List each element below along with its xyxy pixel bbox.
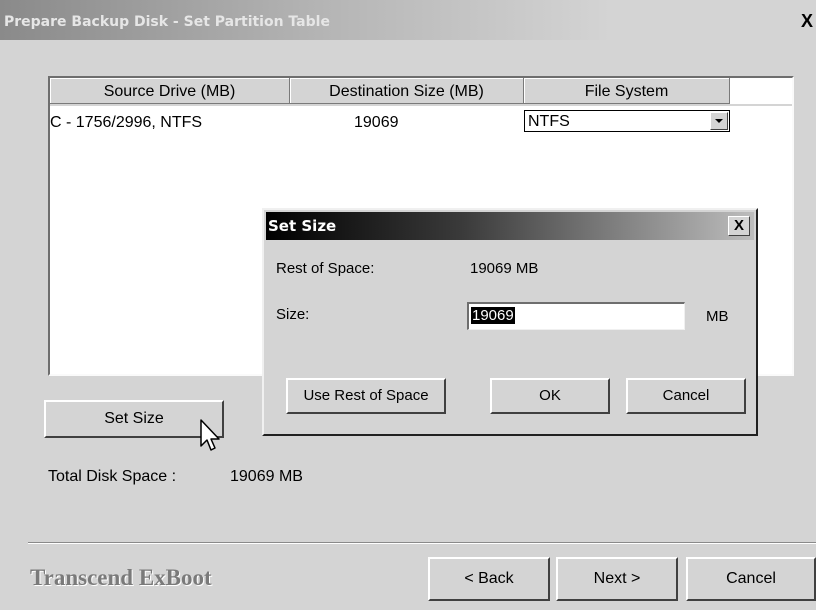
total-disk-space-value: 19069 MB — [230, 468, 303, 485]
dialog-titlebar: Set Size X — [266, 212, 754, 240]
chevron-down-icon[interactable] — [710, 112, 728, 130]
size-input[interactable]: 19069 — [467, 302, 685, 330]
size-unit-label: MB — [706, 308, 729, 325]
destination-size-cell: 19069 — [354, 114, 399, 131]
table-row[interactable]: C - 1756/2996, NTFS 19069 NTFS — [50, 110, 792, 134]
window-close-button[interactable]: X — [801, 12, 816, 30]
back-button[interactable]: < Back — [428, 557, 550, 601]
file-system-dropdown[interactable]: NTFS — [524, 110, 730, 132]
rest-of-space-value: 19069 MB — [470, 260, 539, 277]
column-header-source-drive[interactable]: Source Drive (MB) — [50, 78, 290, 104]
brand-logo: Transcend ExBoot — [30, 565, 212, 590]
dialog-title: Set Size — [268, 217, 337, 235]
size-input-value: 19069 — [471, 307, 515, 324]
column-header-filler — [730, 78, 792, 104]
window-titlebar: Prepare Backup Disk - Set Partition Tabl… — [0, 0, 816, 40]
use-rest-of-space-button[interactable]: Use Rest of Space — [286, 378, 446, 414]
dialog-cancel-button[interactable]: Cancel — [626, 378, 746, 414]
footer-divider — [28, 542, 816, 544]
partition-table-header: Source Drive (MB) Destination Size (MB) … — [50, 78, 792, 106]
file-system-value: NTFS — [528, 113, 570, 130]
rest-of-space-label: Rest of Space: — [276, 260, 375, 277]
cancel-button[interactable]: Cancel — [686, 557, 816, 601]
set-size-dialog: Set Size X Rest of Space: 19069 MB Size:… — [262, 208, 758, 436]
column-header-file-system[interactable]: File System — [524, 78, 730, 104]
set-size-button[interactable]: Set Size — [44, 400, 224, 438]
window-title: Prepare Backup Disk - Set Partition Tabl… — [4, 14, 330, 30]
next-button[interactable]: Next > — [556, 557, 678, 601]
ok-button[interactable]: OK — [490, 378, 610, 414]
source-drive-cell: C - 1756/2996, NTFS — [50, 114, 203, 131]
size-label: Size: — [276, 306, 310, 323]
total-disk-space-label: Total Disk Space : — [48, 468, 177, 485]
dialog-close-button[interactable]: X — [728, 216, 750, 236]
column-header-destination-size[interactable]: Destination Size (MB) — [290, 78, 524, 104]
prepare-backup-window: Prepare Backup Disk - Set Partition Tabl… — [0, 0, 816, 610]
mouse-pointer-icon — [200, 419, 220, 451]
